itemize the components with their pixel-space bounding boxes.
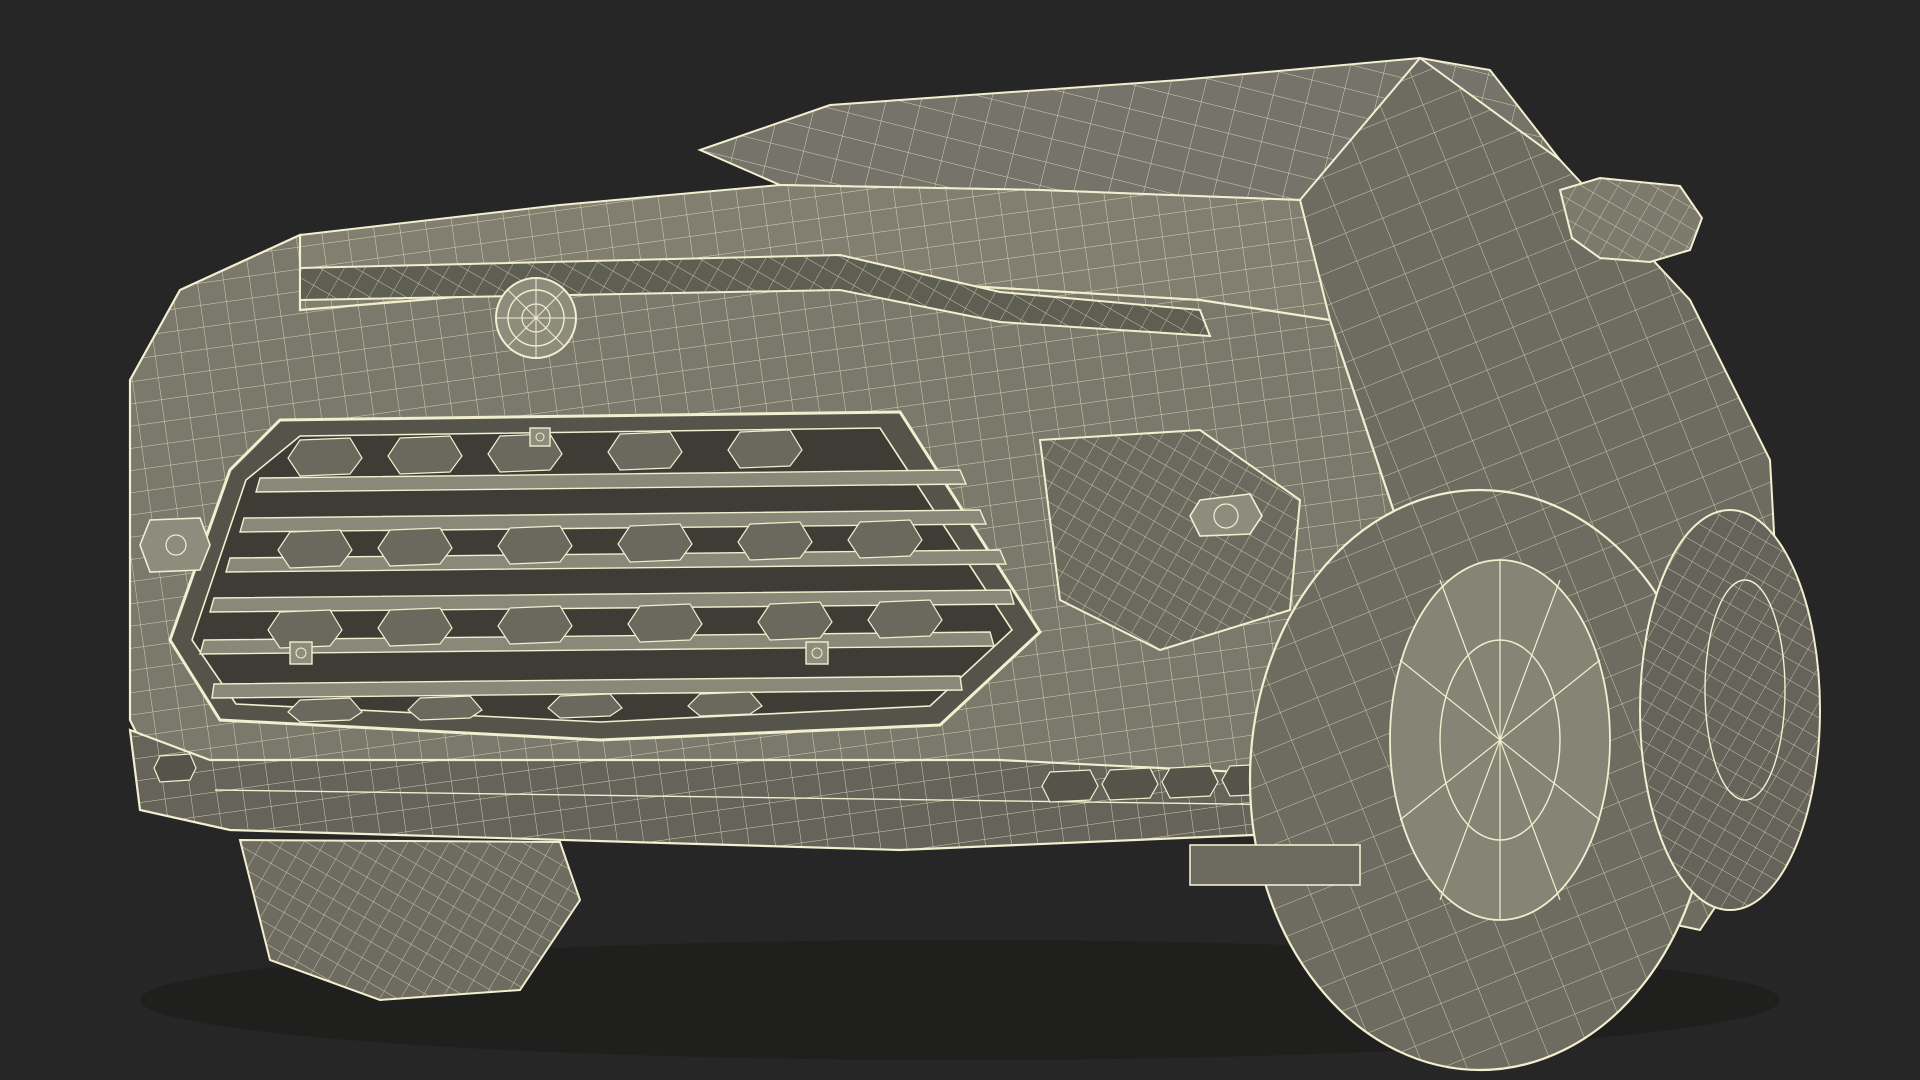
license-plate-mount xyxy=(1189,844,1361,886)
suv-wireframe-render xyxy=(128,56,1821,1072)
brand-emblem xyxy=(495,277,577,359)
front-grille xyxy=(168,410,1042,742)
front-right-wheel xyxy=(1248,488,1712,1072)
fog-light-left xyxy=(139,517,211,573)
render-viewport xyxy=(0,0,1920,1080)
rear-right-wheel xyxy=(1639,509,1821,911)
